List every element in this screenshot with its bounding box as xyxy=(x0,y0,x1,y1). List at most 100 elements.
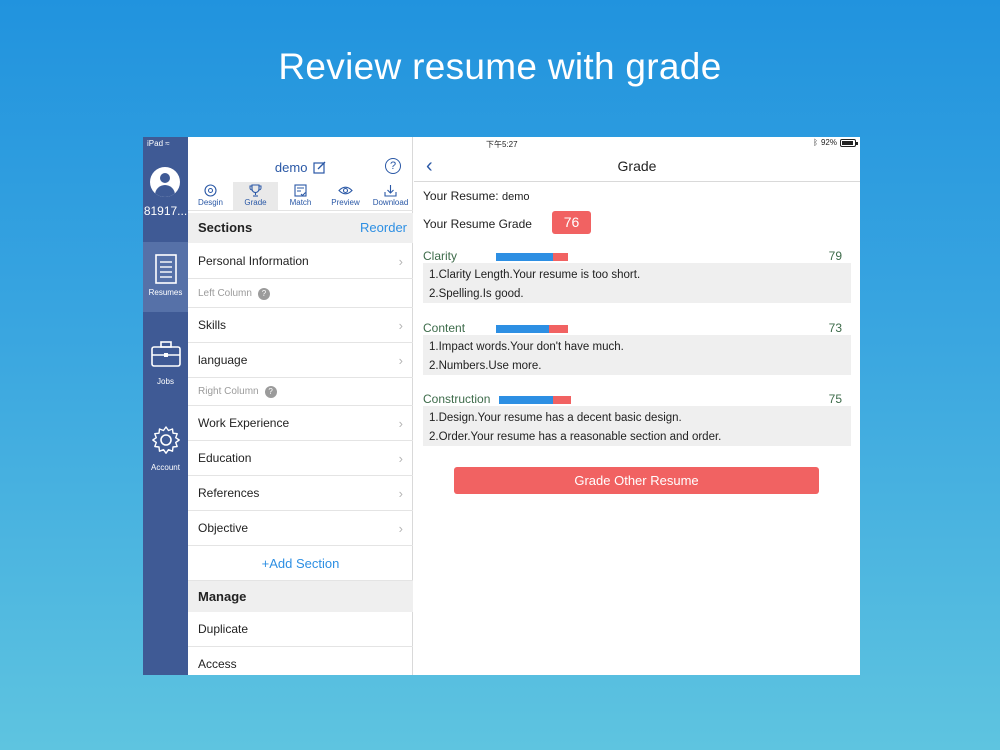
section-label: Skills xyxy=(198,318,227,332)
section-objective[interactable]: Objective › xyxy=(188,511,413,546)
eye-icon xyxy=(338,186,353,195)
page-title: Grade xyxy=(617,158,657,174)
score-bar xyxy=(499,396,571,404)
score-bar-remainder xyxy=(553,253,568,261)
tool-match[interactable]: Match xyxy=(278,182,323,210)
your-resume-label: Your Resume: xyxy=(423,189,499,203)
section-language[interactable]: language › xyxy=(188,343,413,378)
gear-icon xyxy=(151,426,180,454)
category-name: Content xyxy=(423,321,466,335)
feedback-line: 1.Impact words.Your don't have much. xyxy=(429,341,624,353)
doc-name: demo xyxy=(274,160,308,175)
category-name: Construction xyxy=(423,392,491,406)
tool-label: Desgin xyxy=(198,198,223,207)
status-bar: iPad ≈ 下午5:27 ᛒ 92% xyxy=(143,137,860,151)
section-references[interactable]: References › xyxy=(188,476,413,511)
right-column-header: Right Column? xyxy=(188,378,413,406)
battery-icon xyxy=(840,138,858,147)
tool-preview[interactable]: Preview xyxy=(323,182,368,210)
wifi-icon: ≈ xyxy=(165,139,170,148)
nav-rail: 81917... Resumes Jobs Account xyxy=(143,137,188,675)
tool-design[interactable]: Desgin xyxy=(188,182,233,210)
section-label: Objective xyxy=(198,521,249,535)
design-icon xyxy=(204,184,217,197)
feedback-line: 2.Order.Your resume has a reasonable sec… xyxy=(429,431,722,443)
score-bar-fill xyxy=(496,325,549,333)
score-bar-fill xyxy=(499,396,553,404)
tool-label: Match xyxy=(289,198,312,207)
add-section-button[interactable]: +Add Section xyxy=(188,547,413,581)
match-icon xyxy=(294,184,307,197)
ipad-screen: iPad ≈ 下午5:27 ᛒ 92% 81917... Resumes Job… xyxy=(143,137,860,675)
rail-item-jobs[interactable]: Jobs xyxy=(143,341,188,386)
rail-item-account[interactable]: Account xyxy=(143,425,188,472)
edit-icon[interactable] xyxy=(313,161,326,174)
tool-grade[interactable]: Grade xyxy=(233,182,278,210)
user-id: 81917... xyxy=(143,204,188,218)
clock: 下午5:27 xyxy=(486,140,518,149)
sections-header: Sections Reorder xyxy=(188,213,413,243)
editor-toolbar: Desgin Grade Match Preview Download xyxy=(188,182,413,211)
section-label: Work Experience xyxy=(198,416,290,430)
feedback-line: 1.Clarity Length.Your resume is too shor… xyxy=(429,269,641,281)
section-work-experience[interactable]: Work Experience › xyxy=(188,406,413,441)
rail-item-resumes[interactable]: Resumes xyxy=(143,242,188,312)
feedback-line: 1.Design.Your resume has a decent basic … xyxy=(429,412,682,424)
chevron-right-icon: › xyxy=(398,254,403,269)
category-feedback: 1.Design.Your resume has a decent basic … xyxy=(423,406,851,446)
rail-label: Account xyxy=(151,463,180,472)
help-icon[interactable]: ? xyxy=(264,386,277,398)
your-resume-name: demo xyxy=(501,191,530,203)
category-feedback: 1.Clarity Length.Your resume is too shor… xyxy=(423,263,851,303)
download-icon xyxy=(384,185,397,197)
chevron-right-icon: › xyxy=(398,353,403,368)
rail-label: Jobs xyxy=(157,377,174,386)
help-icon[interactable]: ? xyxy=(257,288,270,300)
column-label: Right Column xyxy=(198,386,259,397)
manage-header: Manage xyxy=(188,581,413,612)
section-label: Education xyxy=(198,451,252,465)
sections-title: Sections xyxy=(198,220,253,235)
score-bar-fill xyxy=(496,253,553,261)
briefcase-icon xyxy=(150,341,181,367)
grade-other-resume-button[interactable]: Grade Other Resume xyxy=(454,467,819,494)
rail-label: Resumes xyxy=(148,288,183,297)
section-label: language xyxy=(198,353,248,367)
battery-status: ᛒ 92% xyxy=(813,138,858,147)
your-grade-label: Your Resume Grade xyxy=(423,217,532,231)
section-label: Personal Information xyxy=(198,254,309,268)
avatar[interactable] xyxy=(150,167,180,197)
chevron-right-icon: › xyxy=(398,486,403,501)
doc-title[interactable]: demo xyxy=(188,160,413,175)
score-bar xyxy=(496,325,568,333)
section-skills[interactable]: Skills › xyxy=(188,308,413,343)
left-column-header: Left Column? xyxy=(188,280,413,308)
carrier-label: iPad ≈ xyxy=(147,139,170,148)
headline: Review resume with grade xyxy=(278,46,722,87)
trophy-icon xyxy=(249,184,262,197)
editor-panel: demo ? Desgin Grade Match Preview Downlo… xyxy=(188,137,413,675)
category-name: Clarity xyxy=(423,249,458,263)
column-label: Left Column xyxy=(198,288,252,299)
battery-percent: 92% xyxy=(820,138,837,147)
score-bar-remainder xyxy=(553,396,571,404)
category-score: 75 xyxy=(828,392,842,406)
bluetooth-icon: ᛒ xyxy=(813,138,818,147)
score-bar-remainder xyxy=(549,325,568,333)
manage-duplicate[interactable]: Duplicate xyxy=(188,612,413,647)
section-education[interactable]: Education › xyxy=(188,441,413,476)
chevron-right-icon: › xyxy=(398,451,403,466)
tool-label: Download xyxy=(372,198,409,207)
reorder-button[interactable]: Reorder xyxy=(360,213,407,243)
help-icon[interactable]: ? xyxy=(385,158,401,174)
your-resume-row: Your Resume: demo xyxy=(423,189,529,203)
tool-download[interactable]: Download xyxy=(368,182,413,210)
section-personal-information[interactable]: Personal Information › xyxy=(188,244,413,279)
manage-access[interactable]: Access xyxy=(188,647,413,675)
score-bar xyxy=(496,253,568,261)
chevron-right-icon: › xyxy=(398,521,403,536)
tool-label: Grade xyxy=(244,198,267,207)
chevron-right-icon: › xyxy=(398,318,403,333)
chevron-right-icon: › xyxy=(398,416,403,431)
category-score: 79 xyxy=(828,249,842,263)
